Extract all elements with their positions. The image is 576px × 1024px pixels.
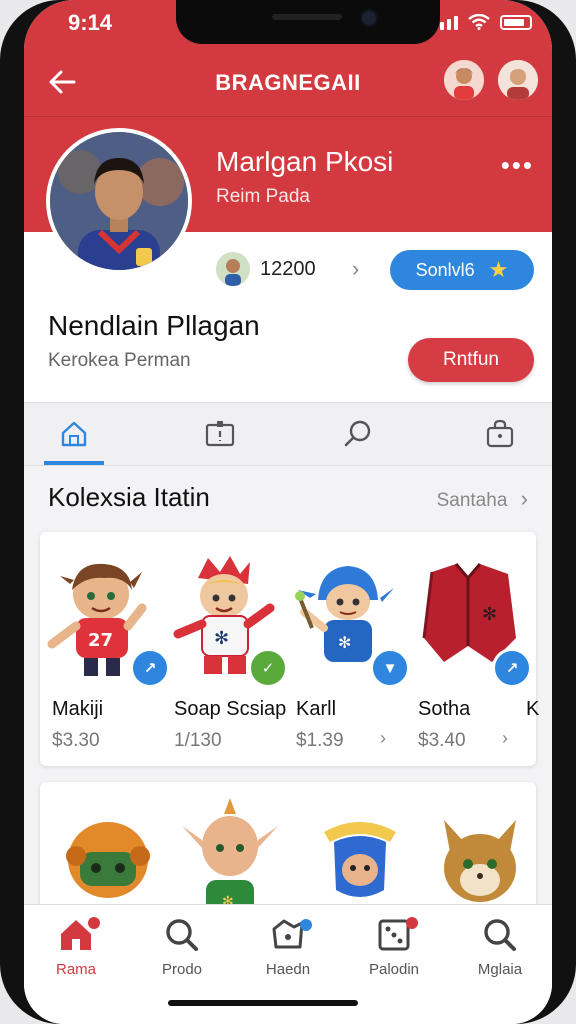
svg-text:✻: ✻ <box>338 633 351 652</box>
nav-label: Haedn <box>265 961 311 978</box>
badge-icon: ↗ <box>492 648 532 688</box>
nav-search[interactable]: Prodo <box>142 915 222 978</box>
item-price: $1.39 <box>296 730 344 751</box>
item-name-peek: K <box>526 698 540 720</box>
user-subtitle: Kerokea Perman <box>48 350 191 371</box>
profile-subtitle: Reim Pada <box>216 186 310 207</box>
box-icon <box>205 421 235 447</box>
chevron-right-icon: › <box>380 728 386 748</box>
collection-item[interactable]: 27 ↗ Makiji $3.30 <box>40 532 170 766</box>
chevron-right-icon: › <box>502 728 508 748</box>
followers-row[interactable]: 12200 <box>216 252 316 286</box>
item-name: Karll <box>296 698 337 720</box>
follow-count: 12200 <box>260 257 316 280</box>
star-icon: ★ <box>488 257 509 282</box>
nav-dice[interactable]: Palodin <box>354 915 434 978</box>
item-name: Makiji <box>52 698 104 720</box>
see-all-link[interactable]: Santaha › <box>437 486 528 512</box>
chevron-right-icon: › <box>520 486 528 511</box>
search-icon <box>166 919 198 951</box>
profile-avatar[interactable] <box>46 128 192 274</box>
item-name: Sotha <box>418 698 471 720</box>
nav-label: Mglaia <box>477 961 523 978</box>
status-icons <box>433 14 532 30</box>
notification-dot <box>406 917 418 929</box>
section-title: Kolexsia Itatin <box>48 482 210 512</box>
wifi-icon <box>468 14 490 30</box>
screen: 9:14 BRAGNEGAII Marlgan Pkosi Reim Pada … <box>24 0 552 1024</box>
header-avatar-1[interactable] <box>444 60 484 100</box>
tab-box[interactable] <box>180 403 260 465</box>
svg-text:✻: ✻ <box>214 628 229 649</box>
battery-icon <box>500 14 532 30</box>
magnifier-icon <box>484 919 516 951</box>
nav-label: Palodin <box>368 961 420 978</box>
item-price: $3.40 <box>418 730 466 751</box>
notch <box>176 0 440 44</box>
level-button-label: Sonlvl6 <box>415 259 475 280</box>
collection-item[interactable]: ✻ ▼ Karll $1.39 › <box>284 532 410 766</box>
level-button[interactable]: Sonlvl6 ★ <box>390 250 534 290</box>
svg-text:✻: ✻ <box>482 604 497 625</box>
nav-label: Rama <box>55 961 96 978</box>
collection-panel-2: ✻ <box>40 782 536 922</box>
notification-dot <box>300 919 312 931</box>
collection-item[interactable]: ✻ ↗ Sotha $3.40 › <box>406 532 532 766</box>
badge-icon: ▼ <box>370 648 410 688</box>
tab-active-indicator <box>44 461 104 465</box>
status-time: 9:14 <box>68 10 113 35</box>
collection-item[interactable]: ✻ ✓ Soap Scsiap 1/130 <box>162 532 288 766</box>
user-name: Nendlain Pllagan <box>48 310 260 341</box>
tab-bag[interactable] <box>460 403 540 465</box>
search-icon <box>344 420 371 447</box>
nav-label: Prodo <box>161 961 203 978</box>
tab-search[interactable] <box>318 403 398 465</box>
bag-icon <box>486 419 514 448</box>
bottom-nav: Rama Prodo Haedn Palodin Mglaia <box>24 904 552 1024</box>
badge-icon: ✓ <box>248 648 288 688</box>
profile-name: Marlgan Pkosi <box>216 146 394 177</box>
nav-shop[interactable]: Haedn <box>248 915 328 978</box>
home-indicator[interactable] <box>168 1000 358 1006</box>
home-icon <box>61 421 87 447</box>
mini-avatar <box>216 252 250 286</box>
more-options-icon[interactable]: ••• <box>501 150 534 181</box>
notification-dot <box>88 917 100 929</box>
nav-row: BRAGNEGAII <box>24 58 552 108</box>
header-avatar-2[interactable] <box>498 60 538 100</box>
svg-text:27: 27 <box>88 630 113 651</box>
tab-home[interactable] <box>34 403 114 465</box>
collection-panel: 27 ↗ Makiji $3.30 ✻ ✓ Soap Scsiap 1/130 … <box>40 532 540 766</box>
nav-more[interactable]: Mglaia <box>460 915 540 978</box>
item-name: Soap Scsiap <box>174 698 287 720</box>
action-button[interactable]: Rntfun <box>408 338 534 382</box>
nav-home[interactable]: Rama <box>36 915 116 978</box>
chevron-right-icon[interactable]: › <box>352 256 359 282</box>
phone-frame: 9:14 BRAGNEGAII Marlgan Pkosi Reim Pada … <box>0 0 576 1024</box>
item-price: $3.30 <box>52 730 100 751</box>
item-price: 1/130 <box>174 730 222 751</box>
tab-bar <box>24 402 552 466</box>
